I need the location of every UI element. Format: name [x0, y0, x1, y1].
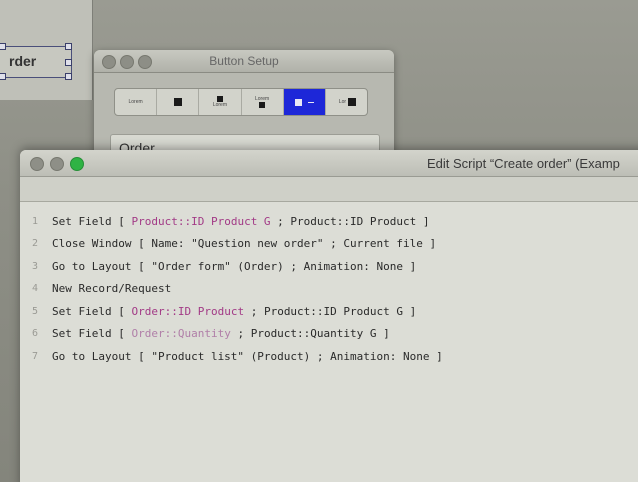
style-option-label: Lorem	[128, 99, 143, 105]
button-setup-titlebar[interactable]: Button Setup	[94, 50, 394, 73]
icon-square	[294, 98, 302, 106]
field-reference: Order::ID Product	[131, 304, 245, 318]
line-number: 5	[31, 305, 38, 317]
field-reference: Product::ID Product G	[131, 214, 271, 228]
style-option-label-above-icon[interactable]: Lorem	[242, 89, 284, 115]
label-dash	[307, 101, 314, 103]
line-number: 4	[31, 283, 38, 295]
zoom-window-button[interactable]	[70, 157, 84, 171]
style-option-icon-above-label[interactable]: Lorem	[199, 89, 242, 115]
script-step-row[interactable]: 7 Go to Layout [ "Product list" (Product)…	[20, 345, 638, 368]
edit-script-toolbar	[20, 177, 638, 202]
script-step-text: ; Product::ID Product G ]	[244, 304, 417, 318]
edit-script-window: Edit Script “Create order” (Examp 1 Set F…	[20, 150, 638, 482]
script-step-row[interactable]: 5 Set Field [ Order::ID Product ; Product…	[20, 300, 638, 323]
script-step-text: Set Field [	[52, 214, 132, 228]
script-step-text: Set Field [	[52, 304, 132, 318]
icon-square	[173, 98, 182, 106]
script-step-row[interactable]: 3 Go to Layout [ "Order form" (Order) ; A…	[20, 255, 638, 278]
script-step-text: Go to Layout [ "Order form" (Order) ; An…	[52, 259, 417, 273]
edit-script-title: Edit Script “Create order” (Examp	[427, 156, 620, 171]
field-reference: Order::Quantity	[131, 327, 231, 341]
style-option-icon-left-of-label[interactable]	[283, 89, 326, 115]
resize-handle[interactable]	[65, 73, 72, 80]
icon-square	[259, 102, 266, 108]
script-step-text: Go to Layout [ "Product list" (Product) …	[52, 349, 443, 363]
button-style-picker: Lorem Lorem Lorem Lor	[114, 88, 368, 116]
script-step-text: Set Field [	[52, 327, 132, 341]
style-option-label: Lorem	[212, 102, 228, 108]
script-step-row[interactable]: 4 New Record/Request	[20, 278, 638, 301]
style-option-label-only[interactable]: Lorem	[115, 89, 158, 115]
line-number: 3	[31, 260, 38, 272]
line-number: 7	[31, 350, 38, 362]
style-option-label-left-of-icon[interactable]: Lor	[326, 89, 367, 115]
resize-handle[interactable]	[0, 73, 6, 80]
screen: rder Button Setup Lorem Lorem Lorem Lor …	[0, 0, 638, 482]
layout-canvas: rder	[0, 0, 93, 100]
script-steps-list: 1 Set Field [ Product::ID Product G ; Pro…	[20, 202, 638, 482]
line-number: 6	[31, 328, 38, 340]
script-step-text: ; Product::ID Product ]	[270, 214, 430, 228]
script-step-row[interactable]: 1 Set Field [ Product::ID Product G ; Pro…	[20, 210, 638, 233]
layout-button-object[interactable]: rder	[0, 43, 72, 80]
script-step-row[interactable]: 6 Set Field [ Order::Quantity ; Product::…	[20, 323, 638, 346]
resize-handle[interactable]	[65, 59, 72, 66]
icon-square	[348, 98, 357, 106]
button-setup-title: Button Setup	[209, 54, 279, 68]
script-step-row[interactable]: 2 Close Window [ Name: "Question new orde…	[20, 233, 638, 256]
line-number: 1	[31, 215, 38, 227]
resize-handle[interactable]	[0, 43, 6, 50]
edit-script-titlebar[interactable]: Edit Script “Create order” (Examp	[20, 150, 638, 177]
resize-handle[interactable]	[65, 43, 72, 50]
minimize-window-button[interactable]	[50, 157, 64, 171]
style-option-label: Lor	[338, 99, 347, 105]
layout-object-label: rder	[9, 53, 37, 69]
script-step-text: ; Product::Quantity G ]	[230, 327, 390, 341]
script-step-text: New Record/Request	[52, 282, 172, 296]
style-option-icon-only[interactable]	[157, 89, 200, 115]
close-window-button[interactable]	[30, 157, 44, 171]
script-step-text: Close Window [ Name: "Question new order…	[52, 237, 437, 251]
line-number: 2	[31, 238, 38, 250]
